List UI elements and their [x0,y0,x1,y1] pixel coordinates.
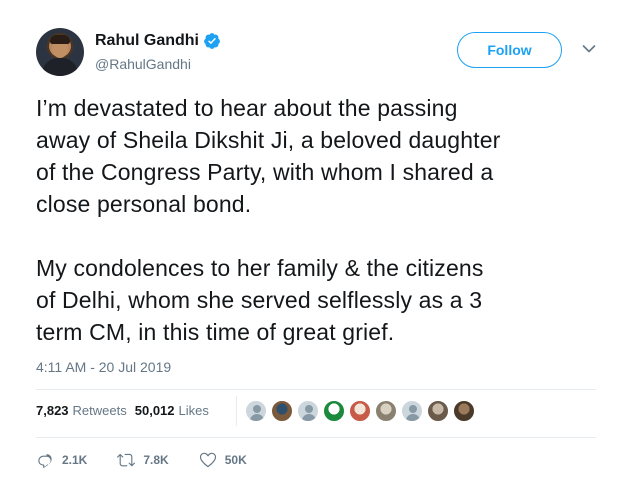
liker-avatar[interactable] [297,400,319,422]
verified-badge-icon [204,33,220,49]
divider [36,437,596,438]
follow-button[interactable]: Follow [457,32,562,68]
retweets-label: Retweets [72,403,127,418]
tweet-text: I’m devastated to hear about the passing… [36,95,501,345]
likes-count: 50,012 [134,403,175,418]
tweet-card: Rahul Gandhi @RahulGandhi Follow I’m dev… [0,0,631,479]
liker-avatar[interactable] [245,400,267,422]
tweet-actions: 2.1K 7.8K 50K [36,451,277,469]
liker-avatar[interactable] [401,400,423,422]
author-handle[interactable]: @RahulGandhi [95,56,191,72]
retweet-count: 7.8K [143,453,169,467]
liker-avatar[interactable] [427,400,449,422]
tweet-stats: 7,823 Retweets 50,012 Likes [36,403,209,418]
liker-avatar[interactable] [271,400,293,422]
likes-stat[interactable]: 50,012 Likes [135,403,209,418]
retweets-count: 7,823 [36,403,69,418]
heart-icon [199,452,216,468]
stats-separator [236,396,237,426]
retweets-stat[interactable]: 7,823 Retweets [36,403,127,418]
retweet-icon [117,453,136,467]
divider [36,389,596,390]
likes-label: Likes [178,403,209,418]
liker-avatar[interactable] [323,400,345,422]
like-button[interactable]: 50K [199,451,247,469]
reply-icon [38,454,52,469]
liker-avatar[interactable] [349,400,371,422]
like-count: 50K [224,453,247,467]
chevron-down-icon[interactable] [582,44,596,54]
reply-button[interactable]: 2.1K [36,451,87,469]
retweet-button[interactable]: 7.8K [117,451,169,469]
reply-count: 2.1K [62,453,88,467]
tweet-timestamp[interactable]: 4:11 AM - 20 Jul 2019 [36,359,171,375]
liker-avatar[interactable] [453,400,475,422]
liker-avatar[interactable] [375,400,397,422]
author-avatar[interactable] [36,28,84,76]
liked-by-avatars [245,400,479,422]
author-name-row[interactable]: Rahul Gandhi [95,32,221,50]
author-name[interactable]: Rahul Gandhi [95,32,199,50]
